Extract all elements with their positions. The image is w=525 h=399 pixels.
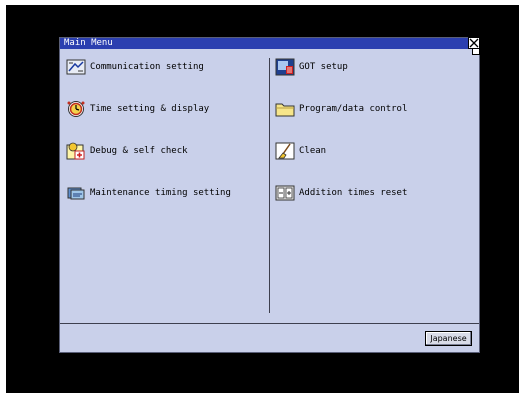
communication-icon <box>66 59 86 75</box>
folder-icon <box>275 103 295 117</box>
menu-label: Debug & self check <box>90 146 188 156</box>
menu-label: Addition times reset <box>299 188 408 198</box>
reset-icon <box>275 185 295 201</box>
menu-item-debug-self-check[interactable]: Debug & self check <box>66 140 188 162</box>
window-title: Main Menu <box>60 38 479 49</box>
menu-label: Time setting & display <box>90 104 210 114</box>
menu-label: Program/data control <box>299 104 408 114</box>
clean-icon <box>275 142 295 160</box>
footer-divider <box>60 323 479 324</box>
menu-label: Communication setting <box>90 62 204 72</box>
menu-label: Maintenance timing setting <box>90 188 231 198</box>
menu-item-clean[interactable]: Clean <box>275 140 326 162</box>
language-button[interactable]: Japanese <box>425 331 472 346</box>
got-setup-icon <box>275 58 295 76</box>
maintenance-icon <box>67 187 85 200</box>
menu-item-maintenance-timing[interactable]: Maintenance timing setting <box>66 182 231 204</box>
arrow-left-icon <box>486 37 519 45</box>
debug-icon <box>66 142 85 160</box>
menu-item-program-data-control[interactable]: Program/data control <box>275 98 407 120</box>
menu-item-addition-times-reset[interactable]: Addition times reset <box>275 182 407 204</box>
close-button[interactable] <box>468 37 480 49</box>
menu-item-time-setting[interactable]: Time setting & display <box>66 98 209 120</box>
menu-item-communication-setting[interactable]: Communication setting <box>66 56 204 78</box>
column-divider <box>269 58 270 313</box>
close-button-tab <box>472 49 480 55</box>
close-icon <box>469 38 479 48</box>
menu-label: Clean <box>299 146 327 156</box>
time-icon <box>67 101 85 117</box>
menu-item-got-setup[interactable]: GOT setup <box>275 56 348 78</box>
menu-label: GOT setup <box>299 62 348 72</box>
main-menu-window: Main Menu Communication setting Time set… <box>59 37 480 353</box>
